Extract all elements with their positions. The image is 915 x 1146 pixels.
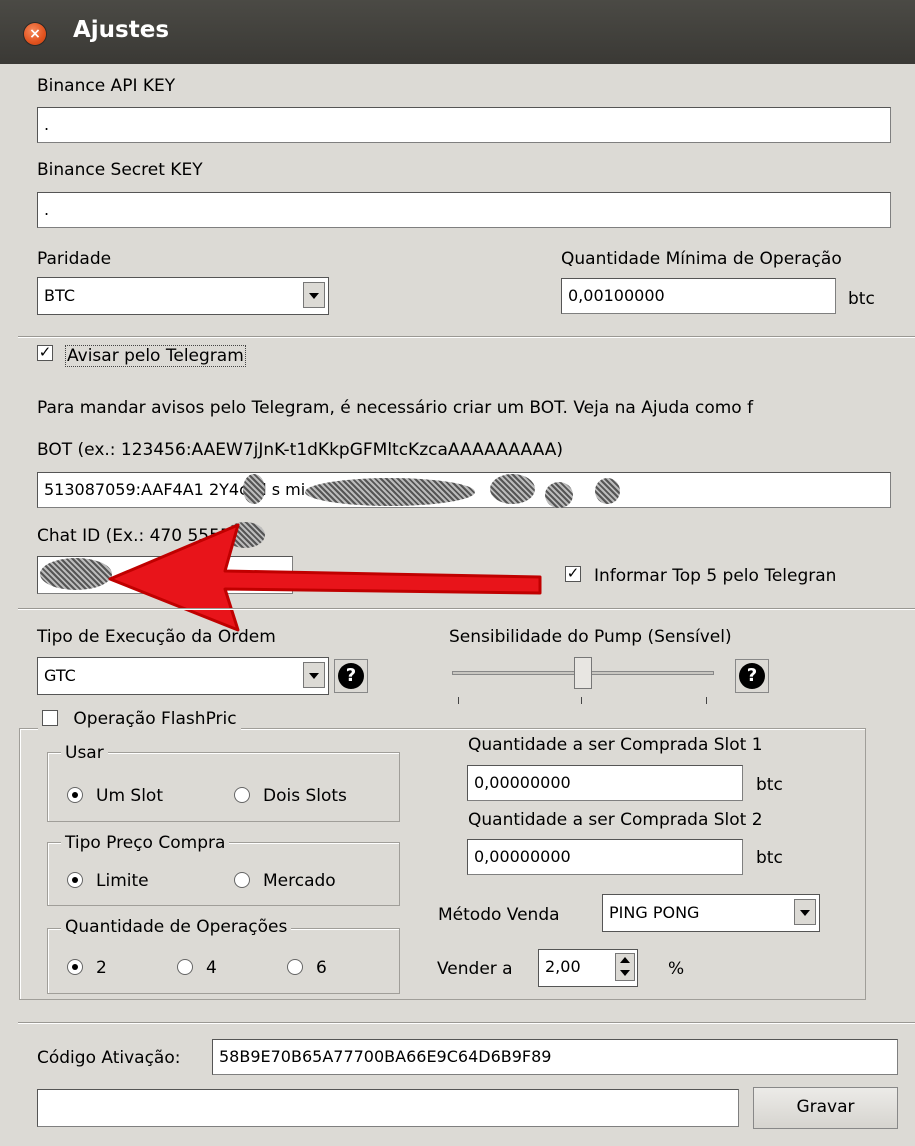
vender-label: Vender a: [437, 959, 513, 979]
activation-code-input[interactable]: 58B9E70B65A77700BA66E9C64D6B9F89: [212, 1039, 898, 1075]
radio-limite[interactable]: [67, 872, 83, 888]
separator: [18, 608, 915, 610]
activation-code-label: Código Ativação:: [37, 1048, 181, 1068]
slot1-input[interactable]: 0,00000000: [467, 765, 743, 801]
separator: [18, 1022, 915, 1024]
redaction-blot: [490, 474, 535, 504]
min-operation-input[interactable]: 0,00100000: [561, 278, 836, 314]
execution-type-select[interactable]: GTC: [37, 657, 329, 695]
secret-key-label: Binance Secret KEY: [37, 160, 203, 180]
qtd-operacoes-title: Quantidade de Operações: [61, 917, 292, 937]
tipo-preco-title: Tipo Preço Compra: [61, 833, 230, 853]
metodo-venda-select[interactable]: PING PONG: [602, 894, 820, 932]
top5-checkbox[interactable]: ✓: [565, 566, 581, 582]
execution-selected: GTC: [44, 666, 76, 685]
vender-value: 2,00: [545, 957, 581, 976]
min-operation-unit: btc: [848, 289, 875, 309]
flashpric-label[interactable]: Operação FlashPric: [73, 709, 236, 729]
redaction-blot: [243, 474, 265, 504]
slider-tick: [581, 697, 582, 704]
qtd-6-label[interactable]: 6: [316, 958, 327, 978]
help-icon: ?: [739, 663, 765, 689]
slot1-label: Quantidade a ser Comprada Slot 1: [468, 735, 763, 755]
flashpric-header: Operação FlashPric: [38, 705, 241, 733]
slot2-label: Quantidade a ser Comprada Slot 2: [468, 810, 763, 830]
slider-tick: [706, 697, 707, 704]
pump-sensitivity-label: Sensibilidade do Pump (Sensível): [449, 627, 732, 647]
execution-help-button[interactable]: ?: [334, 659, 368, 693]
chevron-down-icon: [303, 662, 325, 688]
flashpric-checkbox[interactable]: [42, 710, 58, 726]
spin-arrows-icon[interactable]: [615, 953, 635, 981]
red-arrow-annotation: [108, 523, 542, 632]
bot-label: BOT (ex.: 123456:AAEW7jJnK-t1dKkpGFMltcK…: [37, 440, 563, 460]
telegram-info-text: Para mandar avisos pelo Telegram, é nece…: [37, 398, 754, 418]
title-bar: × Ajustes: [0, 0, 915, 64]
redaction-blot: [305, 478, 475, 506]
chevron-down-icon: [794, 899, 816, 925]
api-key-input[interactable]: .: [37, 107, 891, 143]
qtd-2-label[interactable]: 2: [96, 958, 107, 978]
metodo-venda-selected: PING PONG: [609, 903, 700, 922]
pump-slider-thumb[interactable]: [574, 657, 592, 689]
status-input[interactable]: [37, 1089, 739, 1127]
telegram-notify-label[interactable]: Avisar pelo Telegram: [65, 345, 246, 367]
window-title: Ajustes: [73, 17, 170, 43]
telegram-checkbox[interactable]: ✓: [37, 345, 53, 361]
api-key-label: Binance API KEY: [37, 76, 176, 96]
redaction-blot: [595, 478, 620, 504]
radio-mercado[interactable]: [234, 872, 250, 888]
parity-selected: BTC: [44, 286, 75, 305]
parity-select[interactable]: BTC: [37, 277, 329, 315]
slider-tick: [458, 697, 459, 704]
gravar-button[interactable]: Gravar: [753, 1087, 898, 1129]
pump-help-button[interactable]: ?: [735, 659, 769, 693]
slot1-unit: btc: [756, 775, 783, 795]
vender-spinbox[interactable]: 2,00: [538, 949, 638, 987]
parity-label: Paridade: [37, 249, 112, 269]
radio-um-slot[interactable]: [67, 787, 83, 803]
radio-dois-slots[interactable]: [234, 787, 250, 803]
secret-key-input[interactable]: .: [37, 192, 891, 228]
execution-type-label: Tipo de Execução da Ordem: [37, 627, 276, 647]
radio-qtd-6[interactable]: [287, 959, 303, 975]
usar-title: Usar: [61, 743, 108, 763]
top5-label[interactable]: Informar Top 5 pelo Telegran: [594, 566, 836, 586]
radio-qtd-4[interactable]: [177, 959, 193, 975]
vender-unit: %: [668, 959, 685, 979]
separator: [18, 336, 915, 338]
radio-qtd-2[interactable]: [67, 959, 83, 975]
dois-slots-label[interactable]: Dois Slots: [263, 786, 347, 806]
chevron-down-icon: [303, 282, 325, 308]
limite-label[interactable]: Limite: [96, 871, 149, 891]
help-icon: ?: [338, 663, 364, 689]
close-button[interactable]: ×: [24, 23, 46, 45]
slot2-unit: btc: [756, 848, 783, 868]
metodo-venda-label: Método Venda: [438, 905, 560, 925]
mercado-label[interactable]: Mercado: [263, 871, 336, 891]
um-slot-label[interactable]: Um Slot: [96, 786, 163, 806]
min-operation-label: Quantidade Mínima de Operação: [561, 249, 842, 269]
qtd-4-label[interactable]: 4: [206, 958, 217, 978]
slot2-input[interactable]: 0,00000000: [467, 839, 743, 875]
